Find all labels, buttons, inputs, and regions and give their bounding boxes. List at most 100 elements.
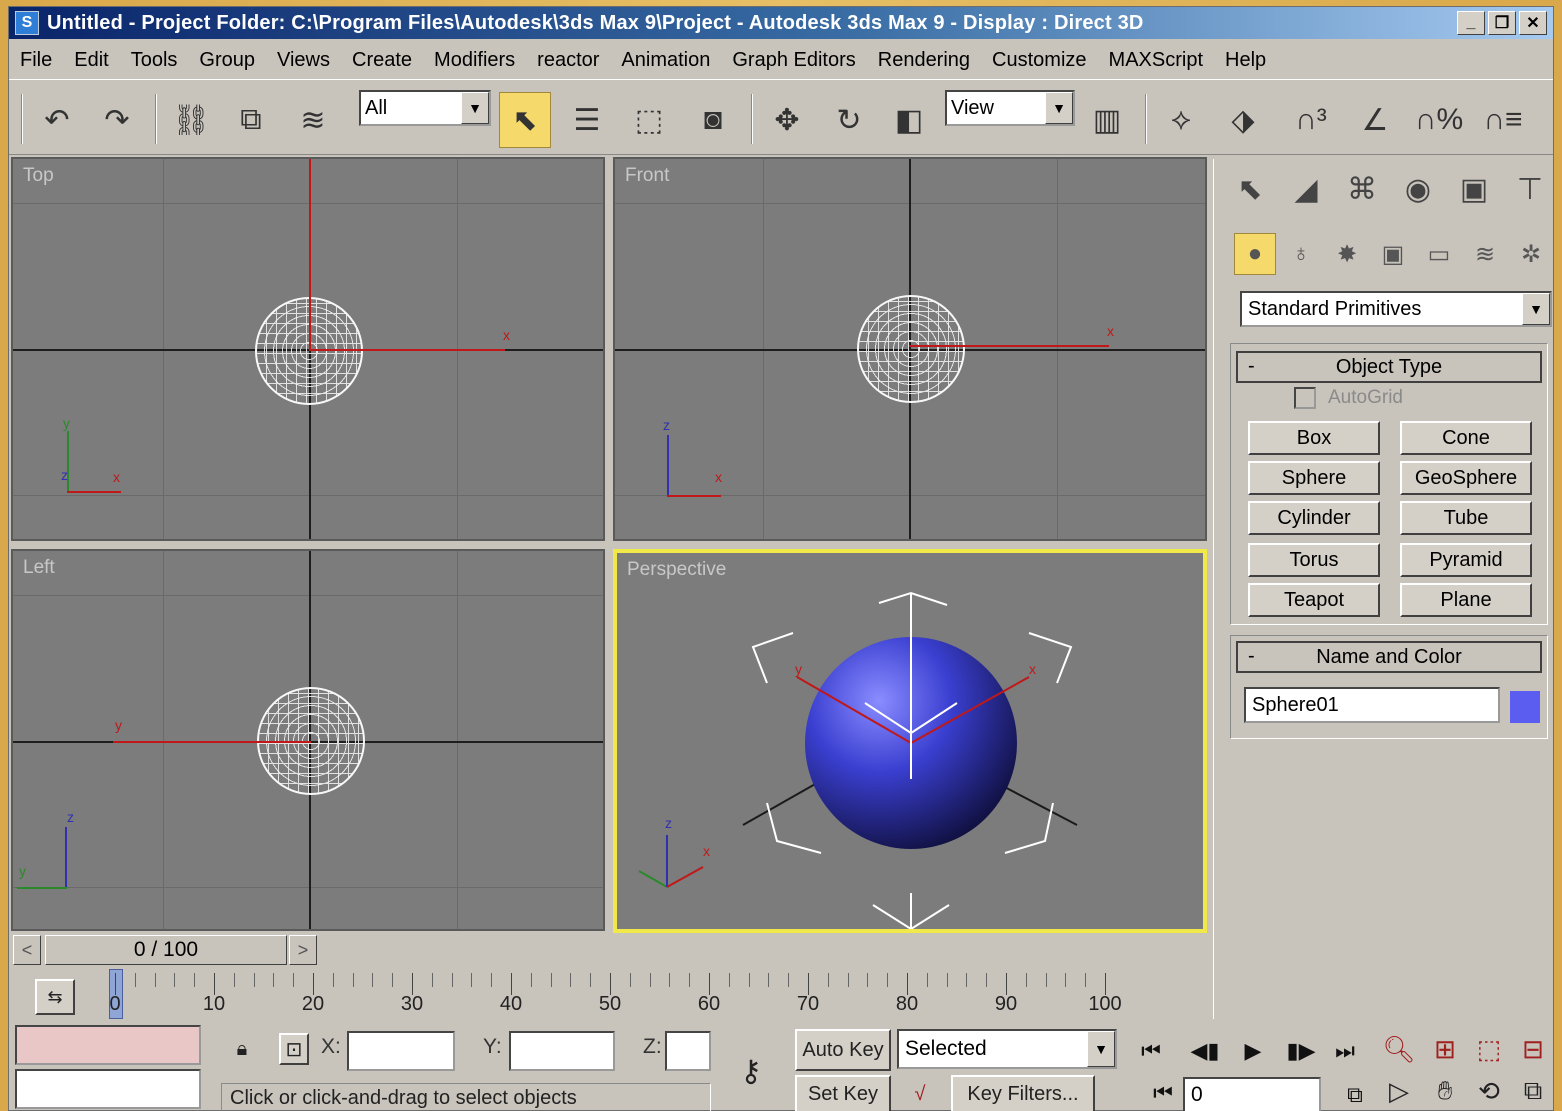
- cameras-icon[interactable]: ▣: [1372, 233, 1414, 275]
- zoom-icon[interactable]: 🔍︎: [1379, 1029, 1419, 1069]
- object-type-header[interactable]: - Object Type: [1236, 351, 1542, 383]
- menu-graph-editors[interactable]: Graph Editors: [721, 49, 866, 72]
- previous-frame-icon[interactable]: ◀▮: [1187, 1033, 1223, 1069]
- menu-maxscript[interactable]: MAXScript: [1098, 49, 1214, 72]
- menu-animation[interactable]: Animation: [610, 49, 721, 72]
- pan-view-icon[interactable]: ✋︎: [1425, 1071, 1465, 1111]
- modify-tab-icon[interactable]: ◢: [1282, 165, 1330, 213]
- minimize-button[interactable]: _: [1457, 11, 1485, 35]
- z-coord-field[interactable]: [665, 1031, 711, 1071]
- arc-rotate-icon[interactable]: ⟲: [1469, 1071, 1509, 1111]
- menu-views[interactable]: Views: [266, 49, 341, 72]
- menu-file[interactable]: File: [9, 49, 63, 72]
- key-mode-dropdown[interactable]: Selected ▼: [897, 1029, 1117, 1069]
- plane-button[interactable]: Plane: [1400, 583, 1532, 617]
- teapot-button[interactable]: Teapot: [1248, 583, 1380, 617]
- select-and-scale-icon[interactable]: ◧: [883, 92, 935, 148]
- track-bar[interactable]: 0 10 20 30 40 50 60 70 80 90 100: [109, 969, 1122, 1027]
- time-slider-thumb[interactable]: 0 / 100: [45, 935, 287, 965]
- menu-edit[interactable]: Edit: [63, 49, 119, 72]
- unlink-selection-icon[interactable]: ⧉: [225, 92, 277, 148]
- viewport-left[interactable]: Left y z y: [11, 549, 605, 931]
- viewport-label[interactable]: Left: [23, 557, 55, 579]
- autogrid-checkbox[interactable]: [1294, 387, 1316, 409]
- maximize-viewport-toggle-icon[interactable]: ⧉: [1513, 1071, 1553, 1111]
- spinner-snap-toggle-icon[interactable]: ∩≡: [1477, 92, 1529, 148]
- angle-snap-toggle-icon[interactable]: ∠: [1349, 92, 1401, 148]
- reference-coordinate-dropdown[interactable]: View ▼: [945, 90, 1075, 126]
- maxscript-listener-input[interactable]: [15, 1069, 201, 1109]
- zoom-extents-all-icon[interactable]: ⊟: [1513, 1029, 1553, 1069]
- viewport-label[interactable]: Top: [23, 165, 54, 187]
- display-tab-icon[interactable]: ▣: [1450, 165, 1498, 213]
- box-button[interactable]: Box: [1248, 421, 1380, 455]
- field-of-view-icon[interactable]: ▷: [1379, 1071, 1419, 1111]
- undo-icon[interactable]: ↶: [31, 92, 83, 148]
- percent-snap-toggle-icon[interactable]: ∩%: [1413, 92, 1465, 148]
- lights-icon[interactable]: ✸: [1326, 233, 1368, 275]
- keyboard-shortcut-override-icon[interactable]: ⬗: [1217, 92, 1269, 148]
- primitive-category-dropdown[interactable]: Standard Primitives ▼: [1240, 291, 1552, 327]
- menu-modifiers[interactable]: Modifiers: [423, 49, 526, 72]
- geosphere-button[interactable]: GeoSphere: [1400, 461, 1532, 495]
- window-crossing-icon[interactable]: ◙: [687, 92, 739, 148]
- auto-key-button[interactable]: Auto Key: [795, 1029, 891, 1071]
- bind-to-space-warp-icon[interactable]: ≋: [287, 92, 339, 148]
- menu-create[interactable]: Create: [341, 49, 423, 72]
- time-slider-prev-button[interactable]: <: [13, 935, 41, 965]
- absolute-relative-toggle-icon[interactable]: ⊡: [279, 1033, 309, 1065]
- tube-button[interactable]: Tube: [1400, 501, 1532, 535]
- create-tab-icon[interactable]: ⬉: [1226, 165, 1274, 213]
- rectangular-selection-region-icon[interactable]: ⬚: [623, 92, 675, 148]
- go-to-end-icon[interactable]: ⏭: [1327, 1033, 1363, 1069]
- menu-help[interactable]: Help: [1214, 49, 1277, 72]
- time-slider-next-button[interactable]: >: [289, 935, 317, 965]
- sphere-wireframe[interactable]: [857, 295, 965, 403]
- zoom-extents-icon[interactable]: ⬚: [1469, 1029, 1509, 1069]
- play-icon[interactable]: ▶: [1235, 1033, 1271, 1069]
- menu-reactor[interactable]: reactor: [526, 49, 610, 72]
- select-by-name-icon[interactable]: ☰: [561, 92, 613, 148]
- select-and-manipulate-icon[interactable]: ⟡: [1155, 92, 1207, 148]
- selection-filter-dropdown[interactable]: All ▼: [359, 90, 491, 126]
- set-key-button[interactable]: Set Key: [795, 1075, 891, 1111]
- object-name-field[interactable]: Sphere01: [1244, 687, 1500, 723]
- pyramid-button[interactable]: Pyramid: [1400, 543, 1532, 577]
- menu-rendering[interactable]: Rendering: [867, 49, 981, 72]
- redo-icon[interactable]: ↷: [91, 92, 143, 148]
- open-mini-curve-editor-icon[interactable]: ⇆: [35, 979, 75, 1015]
- current-frame-field[interactable]: 0: [1183, 1077, 1321, 1111]
- default-in-out-tangent-icon[interactable]: √: [899, 1075, 941, 1111]
- lock-icon[interactable]: 🔒︎: [227, 1031, 257, 1067]
- viewport-label[interactable]: Front: [625, 165, 669, 187]
- menu-group[interactable]: Group: [188, 49, 266, 72]
- y-coord-field[interactable]: [509, 1031, 615, 1071]
- maxscript-listener-mini[interactable]: [15, 1025, 201, 1065]
- hierarchy-tab-icon[interactable]: ⌘: [1338, 165, 1386, 213]
- shapes-icon[interactable]: ♁: [1280, 233, 1322, 275]
- maximize-button[interactable]: ❐: [1488, 11, 1516, 35]
- systems-icon[interactable]: ✲: [1510, 233, 1552, 275]
- object-color-swatch[interactable]: [1510, 691, 1540, 723]
- x-coord-field[interactable]: [347, 1031, 455, 1071]
- menu-tools[interactable]: Tools: [120, 49, 189, 72]
- geometry-icon[interactable]: ●: [1234, 233, 1276, 275]
- select-and-link-icon[interactable]: ⛓: [165, 92, 217, 148]
- autogrid-option[interactable]: AutoGrid: [1294, 387, 1403, 409]
- viewport-top[interactable]: Top x y z x: [11, 157, 605, 541]
- go-to-start-icon[interactable]: ⏮: [1133, 1033, 1169, 1069]
- helpers-icon[interactable]: ▭: [1418, 233, 1460, 275]
- viewport-front[interactable]: Front x z x: [613, 157, 1207, 541]
- space-warps-icon[interactable]: ≋: [1464, 233, 1506, 275]
- select-object-icon[interactable]: ⬉: [499, 92, 551, 148]
- next-frame-icon[interactable]: ▮▶: [1283, 1033, 1319, 1069]
- time-configuration-icon[interactable]: ⧉: [1337, 1077, 1373, 1111]
- cone-button[interactable]: Cone: [1400, 421, 1532, 455]
- set-key-icon[interactable]: ⚷: [721, 1043, 781, 1099]
- utilities-tab-icon[interactable]: ⊤: [1506, 165, 1554, 213]
- key-filters-button[interactable]: Key Filters...: [951, 1075, 1095, 1111]
- zoom-all-icon[interactable]: ⊞: [1425, 1029, 1465, 1069]
- sphere-button[interactable]: Sphere: [1248, 461, 1380, 495]
- select-and-move-icon[interactable]: ✥: [761, 92, 813, 148]
- torus-button[interactable]: Torus: [1248, 543, 1380, 577]
